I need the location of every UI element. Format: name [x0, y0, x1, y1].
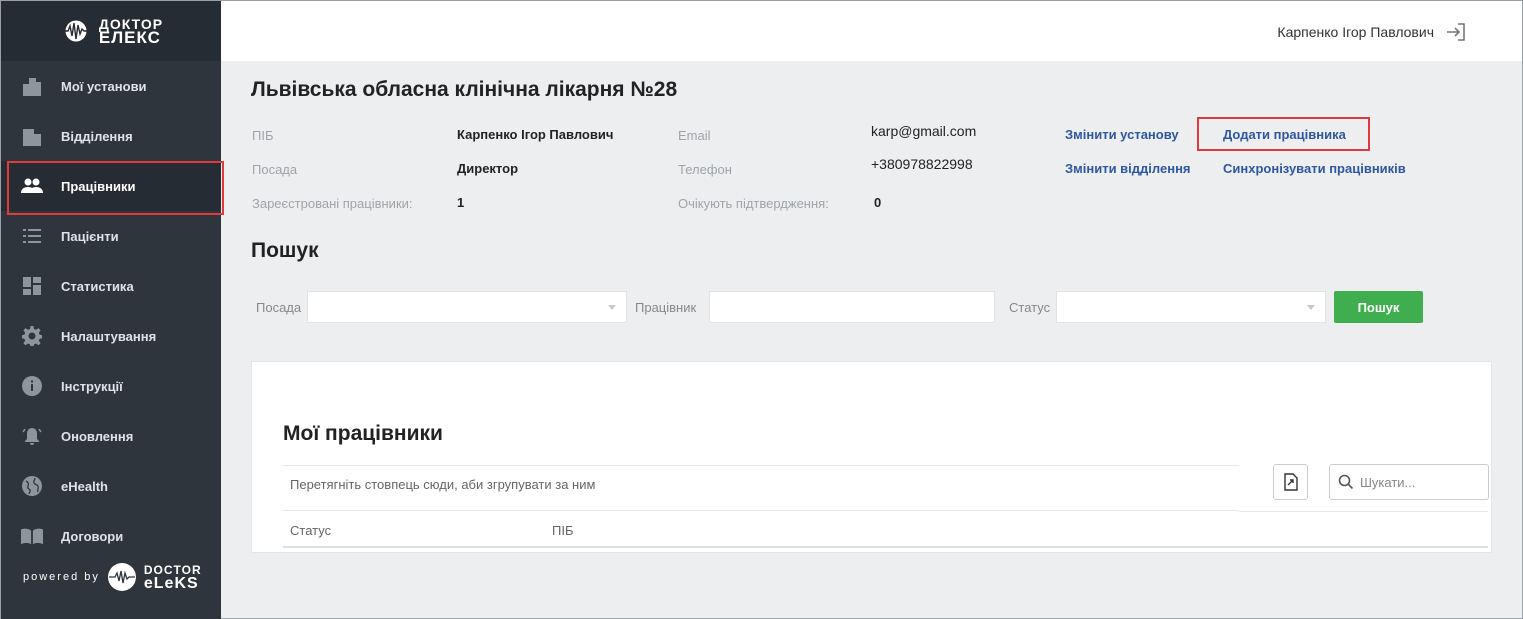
building-icon	[21, 125, 43, 147]
pib-value: Карпенко Ігор Павлович	[457, 127, 614, 142]
worker-input[interactable]	[709, 291, 995, 323]
org-title: Львівська обласна клінічна лікарня №28	[251, 78, 678, 101]
email-label: Email	[678, 128, 711, 143]
grid-header-row: Статус ПІБ	[283, 512, 1488, 548]
brand-logo[interactable]: ДОКТОР ЕЛЕКС	[1, 1, 221, 61]
sidebar-item-label: Працівники	[61, 178, 136, 194]
footer-brand-line2: eLeKS	[143, 575, 199, 592]
pulse-logo-icon	[59, 19, 93, 43]
sidebar-item-label: Статистика	[61, 278, 134, 294]
chevron-down-icon	[1307, 305, 1315, 310]
sidebar-item-ehealth[interactable]: eHealth	[1, 461, 221, 511]
pulse-logo-icon	[107, 563, 136, 591]
search-icon	[1338, 474, 1354, 490]
change-org-link[interactable]: Змінити установу	[1065, 127, 1179, 142]
sidebar-item-label: Пацієнти	[61, 228, 119, 244]
export-icon	[1283, 473, 1298, 491]
sidebar-item-patients[interactable]: Пацієнти	[1, 211, 221, 261]
people-icon	[21, 175, 43, 197]
sidebar-item-label: Налаштування	[61, 328, 157, 344]
sidebar-item-departments[interactable]: Відділення	[1, 111, 221, 161]
column-header-status[interactable]: Статус	[290, 523, 331, 538]
sidebar-item-my-institutions[interactable]: Мої установи	[1, 61, 221, 111]
position-value: Директор	[457, 161, 519, 176]
worker-filter-label: Працівник	[635, 300, 697, 315]
globe-icon	[21, 475, 43, 497]
change-dept-link[interactable]: Змінити відділення	[1065, 161, 1191, 176]
list-icon	[21, 225, 43, 247]
sidebar-item-label: Мої установи	[61, 78, 147, 94]
info-icon	[21, 375, 43, 397]
sidebar-item-label: Оновлення	[61, 428, 134, 444]
sidebar-item-instructions[interactable]: Інструкції	[1, 361, 221, 411]
bell-icon	[21, 425, 43, 447]
powered-by-text: powered by	[23, 571, 100, 583]
sidebar-item-statistics[interactable]: Статистика	[1, 261, 221, 311]
position-filter-label: Посада	[256, 300, 302, 315]
sidebar-item-label: Договори	[61, 528, 124, 544]
registered-label: Зареєстровані працівники:	[252, 196, 413, 211]
powered-by: powered by DOCTOR eLeKS	[23, 563, 202, 592]
sidebar: ДОКТОР ЕЛЕКС Мої установи Відділення Пра…	[1, 1, 224, 619]
status-select[interactable]	[1056, 291, 1326, 323]
sync-workers-link[interactable]: Синхронізувати працівників	[1223, 161, 1406, 176]
pending-value: 0	[874, 195, 882, 210]
phone-value: +380978822998	[871, 156, 973, 172]
pib-label: ПІБ	[252, 128, 274, 143]
grid-search-input[interactable]	[1360, 474, 1480, 490]
sidebar-item-label: Відділення	[61, 128, 133, 144]
registered-value: 1	[457, 195, 465, 210]
sidebar-item-updates[interactable]: Оновлення	[1, 411, 221, 461]
grid-search[interactable]	[1329, 464, 1489, 500]
sidebar-item-label: eHealth	[61, 478, 108, 494]
gear-icon	[21, 325, 43, 347]
dashboard-icon	[21, 275, 43, 297]
search-title: Пошук	[251, 239, 319, 262]
workers-panel: Мої працівники Перетягніть стовпець сюди…	[251, 361, 1492, 553]
chevron-down-icon	[608, 305, 616, 310]
search-button[interactable]: Пошук	[1334, 291, 1423, 323]
email-value: karp@gmail.com	[871, 123, 977, 139]
status-filter-label: Статус	[1009, 300, 1051, 315]
sidebar-nav: Мої установи Відділення Працівники Паціє…	[1, 61, 224, 561]
logout-icon[interactable]	[1446, 22, 1466, 42]
phone-label: Телефон	[678, 162, 732, 177]
book-icon	[21, 525, 43, 547]
sidebar-item-label: Інструкції	[61, 378, 123, 394]
sidebar-item-settings[interactable]: Налаштування	[1, 311, 221, 361]
top-bar: Карпенко Ігор Павлович	[221, 1, 1522, 61]
position-label: Посада	[252, 162, 298, 177]
brand-line2: ЕЛЕКС	[98, 28, 161, 47]
pending-label: Очікують підтвердження:	[678, 196, 829, 211]
grid-title: Мої працівники	[283, 422, 443, 445]
export-button[interactable]	[1273, 464, 1308, 500]
buildings-icon	[21, 75, 43, 97]
position-select[interactable]	[307, 291, 627, 323]
user-name[interactable]: Карпенко Ігор Павлович	[1277, 24, 1434, 40]
highlight-box	[1197, 117, 1370, 151]
sidebar-item-workers[interactable]: Працівники	[1, 161, 224, 215]
column-header-pib[interactable]: ПІБ	[552, 523, 574, 538]
group-panel[interactable]: Перетягніть стовпець сюди, аби згрупуват…	[283, 465, 1239, 511]
sidebar-item-contracts[interactable]: Договори	[1, 511, 221, 561]
